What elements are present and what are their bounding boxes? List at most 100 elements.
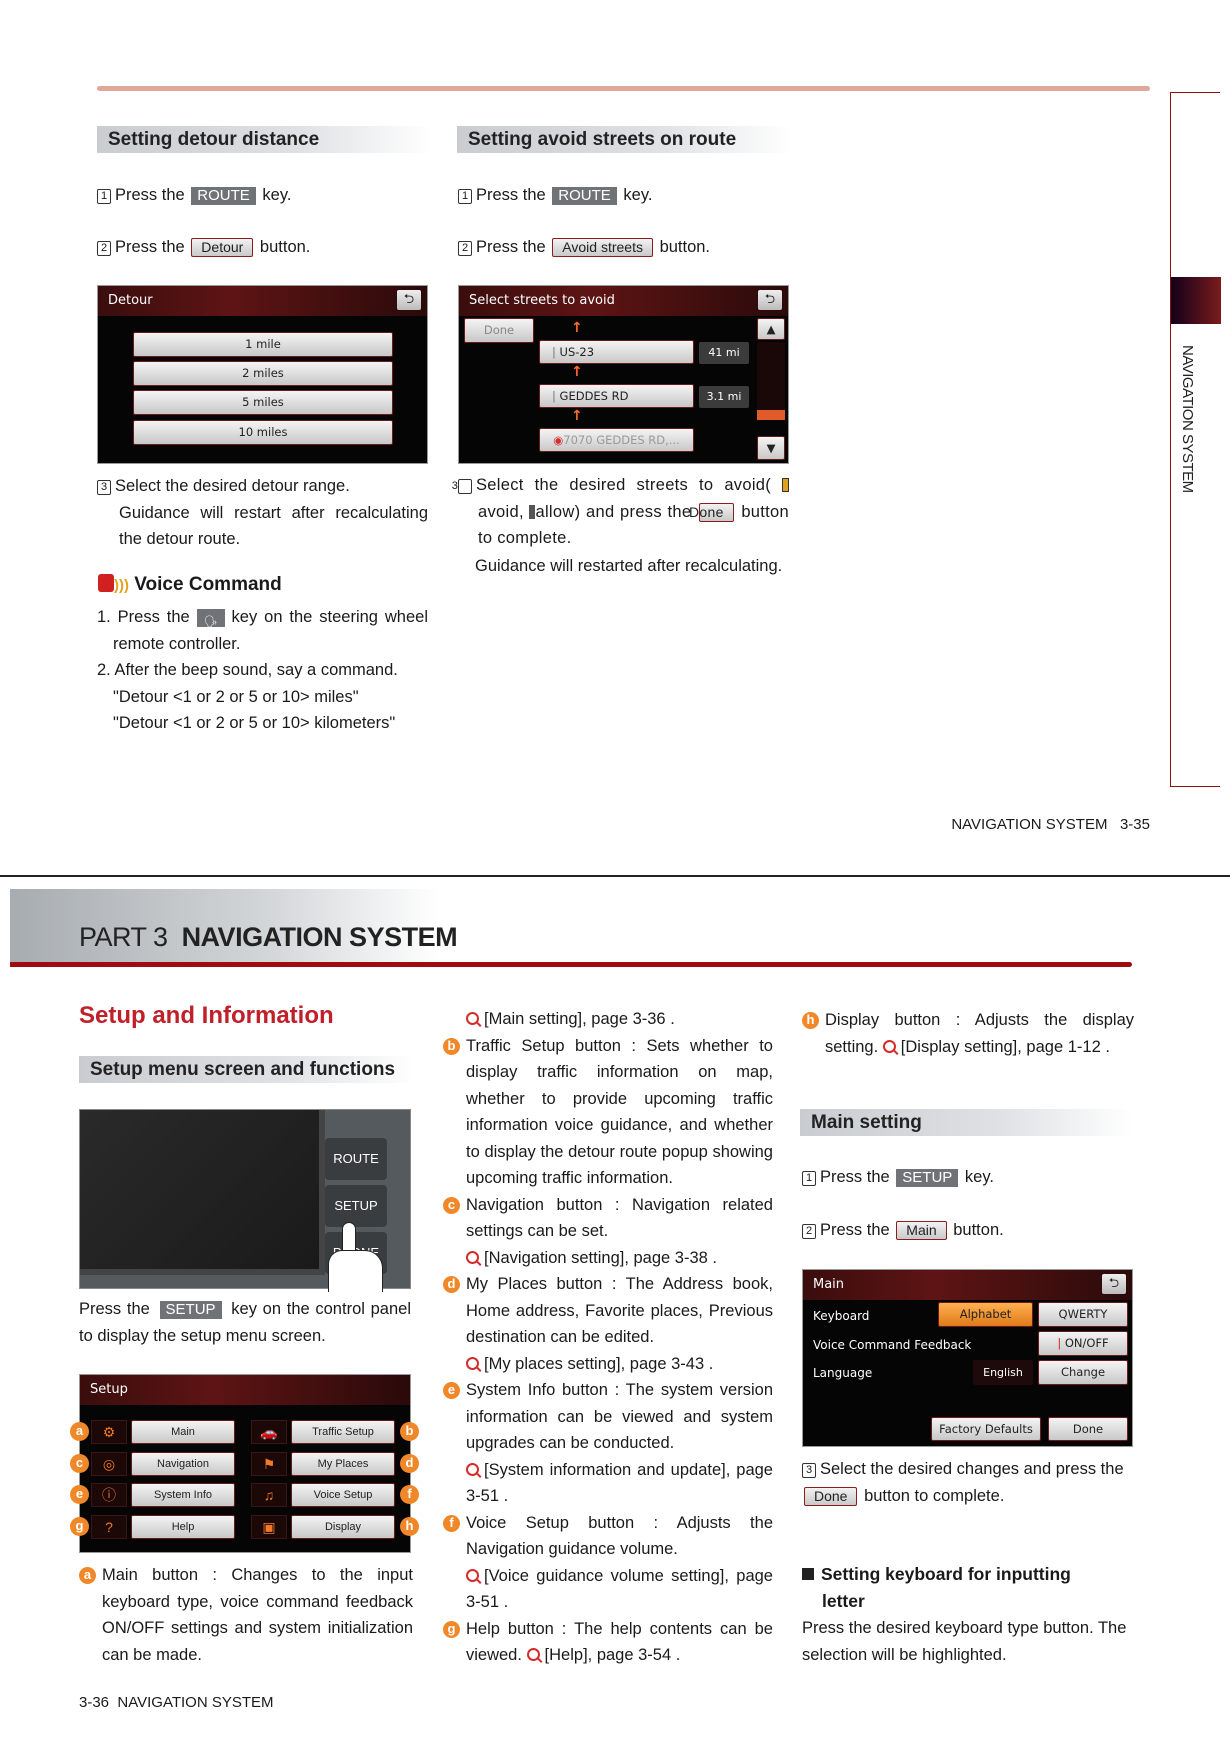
marker-c-icon: c (70, 1453, 89, 1473)
voice-command-heading: Voice Command (134, 574, 282, 595)
talk-key-icon: 🗣 (196, 609, 225, 628)
item-reference: [My places setting], page 3-43 . (466, 1351, 773, 1378)
marker-f-icon: f (443, 1514, 460, 1532)
destination-name: 7070 GEDDES RD,... (563, 433, 680, 447)
heading-text: Setting keyboard for inputting letter (821, 1564, 1071, 1611)
marker-d-icon: d (400, 1453, 419, 1473)
item-a: a Main button : Changes to the input keyb… (79, 1562, 413, 1668)
keyboard-heading: Setting keyboard for inputting letter (802, 1561, 1112, 1614)
voice-feedback-toggle[interactable]: | ON/OFF (1038, 1331, 1128, 1356)
middle-column: [Main setting], page 3-36 . b Traffic Set… (443, 1006, 773, 1669)
item-reference: [Navigation setting], page 3-38 . (466, 1245, 773, 1272)
step-number: 1 (97, 189, 111, 204)
control-panel-image: ROUTE SETUP PHONE (79, 1109, 411, 1292)
page-footer-left: 3-36 NAVIGATION SYSTEM (79, 1690, 274, 1717)
section-header-avoid: Setting avoid streets on route (457, 126, 792, 153)
alphabet-button[interactable]: Alphabet (938, 1302, 1033, 1327)
step-2: 2 Press the Detour button. (97, 234, 310, 261)
screen-title-bar: Main ⮌ (803, 1270, 1132, 1300)
keyboard-label: Keyboard (813, 1309, 870, 1323)
reference-text: [System information and update], page 3-… (466, 1460, 773, 1506)
step-2: 2 Press the Main button. (802, 1217, 1004, 1244)
page-number: 3-35 (1119, 816, 1150, 833)
setup-item-main[interactable]: Main (131, 1420, 235, 1444)
step-number: 2 (802, 1224, 816, 1239)
route-arrow-icon: ↑ (571, 364, 583, 380)
reference-icon (466, 1250, 479, 1264)
step-text: Press the (820, 1168, 890, 1186)
step-number: 1 (802, 1171, 816, 1186)
setup-item-my-places[interactable]: My Places (291, 1451, 395, 1476)
voice-command-icon (98, 574, 114, 592)
scroll-up-button[interactable]: ▲ (757, 318, 785, 340)
reference-icon (466, 1568, 479, 1582)
setup-item-icon-navigation: ◎ (91, 1451, 127, 1476)
step-1: 1 Press the ROUTE key. (458, 182, 652, 209)
factory-defaults-button[interactable]: Factory Defaults (931, 1417, 1041, 1441)
step-text: button. (659, 238, 711, 256)
voice-command-title: ))) Voice Command (98, 574, 282, 596)
item-b: b Traffic Setup button : Sets whether to … (443, 1033, 773, 1192)
voice-command-example: "Detour <1 or 2 or 5 or 10> kilometers" (113, 714, 396, 732)
step-text: button to complete. (864, 1486, 1005, 1505)
route-hardkey[interactable]: ROUTE (325, 1138, 387, 1180)
item-f: f Voice Setup button : Adjusts the Naviga… (443, 1510, 773, 1616)
setup-item-voice-setup[interactable]: Voice Setup (291, 1483, 395, 1507)
voice-line-1: 1. Press the 🗣 key on the steering wheel… (97, 604, 428, 657)
setup-item-display[interactable]: Display (291, 1514, 395, 1539)
step-number: 3 (802, 1463, 816, 1478)
marker-a-icon: a (79, 1567, 96, 1584)
voice-line-2: 2. After the beep sound, say a command. (97, 661, 398, 679)
side-tab-block (1171, 277, 1221, 324)
street-row-geddes[interactable]: | GEDDES RD (539, 384, 694, 408)
step-number: 3 (97, 480, 111, 495)
back-icon[interactable]: ⮌ (397, 290, 421, 310)
reference-text: [Display setting], page 1-12 . (900, 1037, 1110, 1056)
back-icon[interactable]: ⮌ (758, 290, 782, 310)
screen-title: Main (813, 1277, 845, 1292)
scroll-down-button[interactable]: ▼ (757, 436, 785, 460)
section-header-detour: Setting detour distance (97, 126, 432, 153)
detour-option-2[interactable]: 2 miles (133, 361, 393, 386)
detour-option-5[interactable]: 5 miles (133, 390, 393, 415)
qwerty-button[interactable]: QWERTY (1038, 1302, 1128, 1327)
setup-item-system-info[interactable]: System Info (131, 1483, 235, 1507)
reference-text: [Help], page 3-54 . (544, 1646, 681, 1664)
destination-row[interactable]: ◉7070 GEDDES RD,... (539, 428, 694, 452)
section-title: Setup and Information (79, 1002, 334, 1029)
reference-text: [Main setting], page 3-36 . (484, 1010, 675, 1028)
change-language-button[interactable]: Change (1038, 1360, 1128, 1385)
marker-h-icon: h (400, 1516, 419, 1536)
setup-item-navigation[interactable]: Navigation (131, 1451, 235, 1476)
toggle-indicator-icon: | (1057, 1336, 1065, 1350)
part-title: PART 3 NAVIGATION SYSTEM (79, 922, 458, 953)
street-row-us23[interactable]: | US-23 (539, 340, 694, 364)
setup-item-traffic-setup[interactable]: Traffic Setup (291, 1420, 395, 1444)
step-number: 2 (458, 241, 472, 256)
setup-item-help[interactable]: Help (131, 1514, 235, 1539)
street-name: GEDDES RD (559, 389, 629, 403)
step-text: Press the (115, 238, 185, 256)
step-text: key. (262, 186, 292, 204)
scrollbar[interactable] (757, 342, 785, 420)
side-tab-label: NAVIGATION SYSTEM (1179, 345, 1196, 493)
done-button[interactable]: Done (464, 318, 534, 343)
step-number: 3 (452, 479, 472, 494)
step-text: Press the (820, 1221, 890, 1239)
back-icon[interactable]: ⮌ (1102, 1274, 1126, 1294)
detour-option-10[interactable]: 10 miles (133, 420, 393, 445)
voice-command-example: "Detour <1 or 2 or 5 or 10> miles" (113, 687, 359, 706)
street-distance: 41 mi (699, 342, 749, 364)
footer-label: NAVIGATION SYSTEM (951, 816, 1108, 833)
setup-hardkey[interactable]: SETUP (325, 1185, 387, 1227)
detour-button-ref: Detour (191, 238, 254, 257)
detour-option-1[interactable]: 1 mile (133, 332, 393, 357)
screen-title: Detour (108, 293, 153, 308)
setup-item-icon-my-places: ⚑ (251, 1451, 287, 1476)
step-note: Guidance will restart after recalculatin… (119, 503, 428, 549)
scrollbar-thumb[interactable] (757, 410, 785, 420)
done-button[interactable]: Done (1048, 1417, 1128, 1441)
step-1: 1 Press the ROUTE key. (97, 182, 291, 209)
street-distance: 3.1 mi (699, 386, 749, 408)
marker-f-icon: f (400, 1485, 419, 1504)
